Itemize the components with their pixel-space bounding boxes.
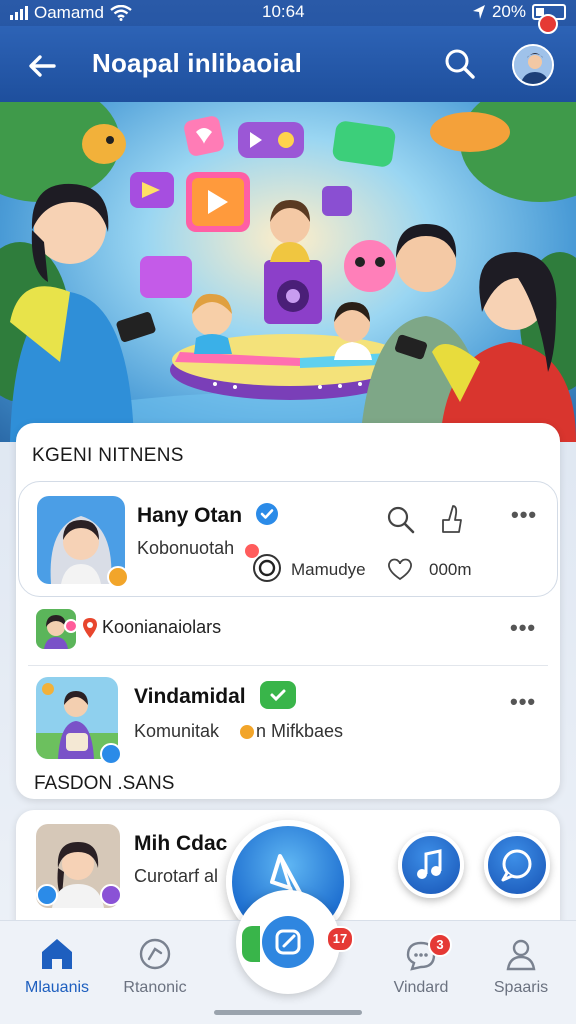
compose-icon: [275, 929, 301, 955]
circle-c-icon: [258, 559, 276, 577]
search-button[interactable]: [440, 44, 480, 84]
nav-center-button[interactable]: [236, 890, 340, 994]
notification-badge: 17: [326, 926, 354, 952]
back-button[interactable]: [22, 46, 62, 86]
avatar-badge: [100, 743, 122, 765]
wifi-icon: [110, 5, 132, 21]
notification-dot: [538, 14, 558, 34]
item-subtitle-2: n Mifkbaes: [256, 721, 344, 741]
hero-illustration: [0, 102, 576, 442]
nav-label: Vindard: [393, 979, 449, 996]
search-icon: [445, 49, 475, 79]
chart-icon: [139, 938, 171, 970]
music-button[interactable]: [398, 832, 464, 898]
compose-icon-wrap: [262, 916, 314, 968]
avatar-badge: [36, 884, 58, 906]
featured-list-item[interactable]: Hany Otan Kobonuotah Mamudye 000m •••: [18, 481, 558, 597]
notification-badge: 3: [428, 933, 452, 957]
avatar: [514, 46, 552, 84]
nav-label: Mlauanis: [24, 979, 90, 996]
item-name: Koonianaiolars: [102, 617, 222, 637]
user-icon: [506, 939, 536, 971]
page-title: Noapal inlibaoial: [92, 48, 302, 78]
more-options-button[interactable]: •••: [510, 689, 536, 715]
meta-button[interactable]: [253, 554, 281, 582]
search-icon[interactable]: [385, 504, 417, 536]
item-name: Mih Cdac: [134, 832, 228, 855]
verified-icon: [256, 503, 278, 525]
carrier-label: Oamamd: [34, 3, 104, 22]
avatar-badge: [100, 884, 122, 906]
home-indicator: [214, 1010, 362, 1015]
status-bar: Oamamd 10:64 20%: [0, 0, 576, 26]
like-icon[interactable]: [437, 502, 467, 536]
meta-label: Mamudye: [291, 560, 366, 579]
divider: [28, 665, 548, 666]
signal-icon: [10, 6, 28, 20]
avatar-badge: [107, 566, 129, 588]
meta-value: 000m: [429, 560, 472, 579]
clock: 10:64: [262, 2, 305, 21]
item-subtitle: Komunitak: [134, 721, 220, 741]
chat-button[interactable]: [484, 832, 550, 898]
battery-percent: 20%: [491, 2, 526, 21]
nav-item-profile[interactable]: Spaaris: [466, 929, 576, 1009]
hero-banner: [0, 102, 576, 442]
status-badge: [64, 619, 78, 633]
heart-icon[interactable]: [385, 554, 415, 584]
back-arrow-icon: [29, 55, 56, 77]
location-pin-icon: [83, 618, 97, 638]
item-subtitle: Kobonuotah: [137, 538, 235, 558]
nav-label: Spaaris: [493, 979, 549, 996]
nav-item-stats[interactable]: Rtanonic: [100, 929, 210, 1009]
chat-badge: [260, 681, 296, 709]
nav-item-messages[interactable]: 3 Vindard: [366, 929, 476, 1009]
music-note-icon: [417, 849, 442, 879]
chat-bubble-icon: [501, 849, 532, 882]
home-icon: [42, 939, 72, 969]
more-options-button[interactable]: •••: [510, 615, 536, 641]
list-item[interactable]: Vindamidal Komunitak n Mifkbaes •••: [16, 671, 560, 767]
item-name: Vindamidal: [134, 685, 246, 708]
nav-center-accent: [242, 926, 260, 962]
check-chat-icon: [270, 689, 286, 702]
item-subtitle: Curotarf al: [134, 866, 219, 886]
app-bar: Noapal inlibaoial: [0, 26, 576, 102]
nav-item-home[interactable]: Mlauanis: [2, 929, 112, 1009]
section-title: KGENI NITNENS: [32, 445, 184, 466]
profile-avatar-button[interactable]: [512, 44, 554, 86]
item-name: Hany Otan: [137, 504, 243, 527]
location-icon: [472, 5, 485, 19]
nav-label: Rtanonic: [123, 979, 187, 996]
section-card: KGENI NITNENS Hany Otan Kobonuotah Mamud…: [16, 423, 560, 799]
section-title: FASDON .SANS: [34, 773, 175, 794]
more-options-button[interactable]: •••: [511, 502, 537, 528]
list-item[interactable]: Koonianaiolars •••: [16, 605, 560, 659]
status-badge: [238, 723, 256, 741]
